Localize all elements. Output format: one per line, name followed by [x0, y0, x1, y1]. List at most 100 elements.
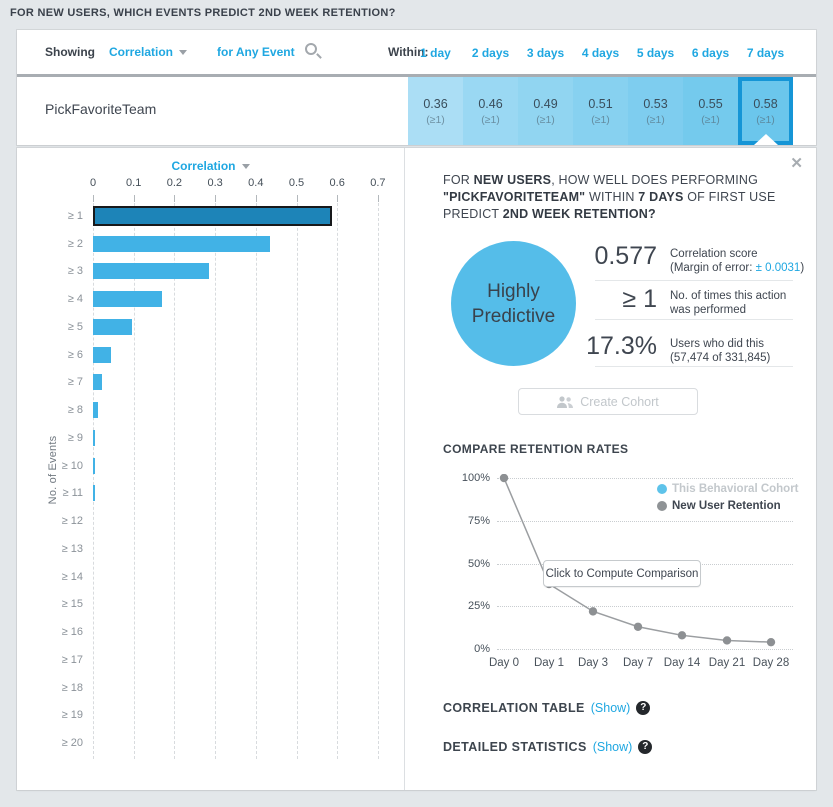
- retention-data-point[interactable]: [634, 623, 642, 631]
- x-tick-label: 0.4: [248, 177, 263, 189]
- x-tick-label: 0.7: [370, 177, 385, 189]
- x-tick-label: 0.3: [207, 177, 222, 189]
- window-tab-2d[interactable]: 2 days: [463, 30, 518, 74]
- correlation-bar[interactable]: [93, 236, 270, 252]
- window-tab-5d[interactable]: 5 days: [628, 30, 683, 74]
- divider: [595, 319, 793, 320]
- heatmap-cell[interactable]: 0.53(≥1): [628, 77, 683, 145]
- correlation-bar[interactable]: [93, 458, 95, 474]
- x-tick-mark: [256, 195, 257, 202]
- page-title: FOR NEW USERS, WHICH EVENTS PREDICT 2ND …: [10, 7, 396, 19]
- stat-label-line1: No. of times this action: [670, 289, 786, 303]
- heatmap-cell[interactable]: 0.49(≥1): [518, 77, 573, 145]
- close-icon[interactable]: ✕: [790, 154, 803, 172]
- help-icon[interactable]: ?: [636, 701, 650, 715]
- retention-data-point[interactable]: [767, 638, 775, 646]
- bar-category-label: ≥ 6: [17, 349, 83, 361]
- legend-label: This Behavioral Cohort: [672, 483, 799, 495]
- x-tick-mark: [93, 195, 94, 202]
- cell-subvalue: (≥1): [591, 114, 610, 126]
- cell-value: 0.49: [533, 97, 557, 111]
- heatmap-cell[interactable]: 0.51 (≥1): [573, 77, 628, 145]
- search-icon[interactable]: [305, 43, 317, 55]
- divider: [595, 280, 793, 281]
- heatmap-cell[interactable]: 0.46(≥1): [463, 77, 518, 145]
- retention-x-label: Day 0: [489, 657, 519, 669]
- compute-comparison-button[interactable]: Click to Compute Comparison: [543, 560, 701, 587]
- correlation-bar[interactable]: [93, 430, 95, 446]
- retention-data-point[interactable]: [589, 607, 597, 615]
- detailed-statistics-show-link[interactable]: (Show): [593, 740, 633, 754]
- retention-x-label: Day 28: [753, 657, 789, 669]
- retention-x-label: Day 14: [664, 657, 700, 669]
- divider: [595, 366, 793, 367]
- stat-label-line2: (Margin of error: ± 0.0031): [670, 261, 804, 275]
- stat-label: No. of times this actionwas performed: [670, 289, 786, 317]
- help-icon[interactable]: ?: [638, 740, 652, 754]
- bar-category-label: ≥ 4: [17, 293, 83, 305]
- retention-data-point[interactable]: [500, 474, 508, 482]
- retention-x-label: Day 3: [578, 657, 608, 669]
- heatmap-cell[interactable]: 0.55(≥1): [683, 77, 738, 145]
- y-tick-label: 0%: [435, 643, 490, 655]
- retention-data-point[interactable]: [678, 631, 686, 639]
- x-tick-label: 0: [90, 177, 96, 189]
- correlation-bar[interactable]: [93, 374, 102, 390]
- window-tab-4d[interactable]: 4 days: [573, 30, 628, 74]
- y-tick-label: 75%: [435, 515, 490, 527]
- correlation-table-show-link[interactable]: (Show): [591, 701, 631, 715]
- stat-label-line2: (57,474 of 331,845): [670, 351, 770, 365]
- correlation-heatmap-cells: 0.36(≥1)0.46(≥1)0.49(≥1)0.51(≥1)0.53(≥1)…: [408, 77, 793, 145]
- correlation-bar[interactable]: [93, 485, 95, 501]
- retention-data-point[interactable]: [723, 636, 731, 644]
- cell-value: 0.51: [588, 97, 612, 111]
- bar-category-label: ≥ 3: [17, 265, 83, 277]
- event-row: PickFavoriteTeam 0.36(≥1)0.46(≥1)0.49(≥1…: [17, 77, 816, 145]
- x-tick-mark: [134, 195, 135, 202]
- y-tick-label: 25%: [435, 600, 490, 612]
- heatmap-cell[interactable]: 0.36(≥1): [408, 77, 463, 145]
- detail-popup: ✕ Correlation 00.10.20.30.40.50.60.7≥ 1≥…: [17, 148, 816, 790]
- y-axis-label: No. of Events: [47, 436, 59, 505]
- showing-label: Showing: [45, 45, 95, 59]
- x-tick-label: 0.1: [126, 177, 141, 189]
- compass-retention-screen: FOR NEW USERS, WHICH EVENTS PREDICT 2ND …: [0, 0, 833, 807]
- toolbar: Showing Correlation for Any Event Within…: [17, 30, 816, 74]
- cell-subvalue: (≥1): [756, 114, 775, 126]
- window-tab-1d[interactable]: 1 day: [408, 30, 463, 74]
- create-cohort-button[interactable]: Create Cohort: [518, 388, 698, 415]
- cell-value: 0.36: [423, 97, 447, 111]
- heatmap-cell[interactable]: 0.58(≥1): [738, 77, 793, 145]
- create-cohort-label: Create Cohort: [580, 395, 659, 409]
- question-text: FOR NEW USERS, HOW WELL DOES PERFORMING …: [443, 172, 795, 223]
- retention-x-label: Day 1: [534, 657, 564, 669]
- question-fragment: 7 DAYS: [638, 190, 683, 204]
- selected-cell-caret: [754, 134, 778, 145]
- cohort-users-icon: [557, 396, 573, 408]
- correlation-bar[interactable]: [93, 206, 332, 226]
- correlation-bar[interactable]: [93, 291, 162, 307]
- bar-category-label: ≥ 1: [17, 210, 83, 222]
- chart-metric-dropdown[interactable]: Correlation: [17, 159, 404, 173]
- window-tab-7d[interactable]: 7 days: [738, 30, 793, 74]
- correlation-bar[interactable]: [93, 319, 132, 335]
- window-tab-6d[interactable]: 6 days: [683, 30, 738, 74]
- correlation-bar[interactable]: [93, 263, 209, 279]
- event-name[interactable]: PickFavoriteTeam: [45, 101, 156, 117]
- event-filter-link[interactable]: for Any Event: [217, 45, 295, 59]
- question-fragment: WITHIN: [585, 190, 638, 204]
- bar-category-label: ≥ 16: [17, 626, 83, 638]
- stat-label: Users who did this(57,474 of 331,845): [670, 337, 770, 365]
- window-tab-3d[interactable]: 3 days: [518, 30, 573, 74]
- correlation-table-label: CORRELATION TABLE: [443, 701, 585, 715]
- x-tick-mark: [337, 195, 338, 202]
- question-fragment: , HOW WELL DOES PERFORMING: [551, 173, 758, 187]
- bar-category-label: ≥ 13: [17, 543, 83, 555]
- stat-label-line2: was performed: [670, 303, 786, 317]
- x-tick-mark: [378, 195, 379, 202]
- metric-dropdown[interactable]: Correlation: [109, 45, 187, 59]
- correlation-table-section: CORRELATION TABLE (Show) ?: [443, 701, 650, 715]
- correlation-bar[interactable]: [93, 347, 111, 363]
- correlation-bar[interactable]: [93, 402, 98, 418]
- bar-chart-pane: Correlation 00.10.20.30.40.50.60.7≥ 1≥ 2…: [17, 148, 405, 790]
